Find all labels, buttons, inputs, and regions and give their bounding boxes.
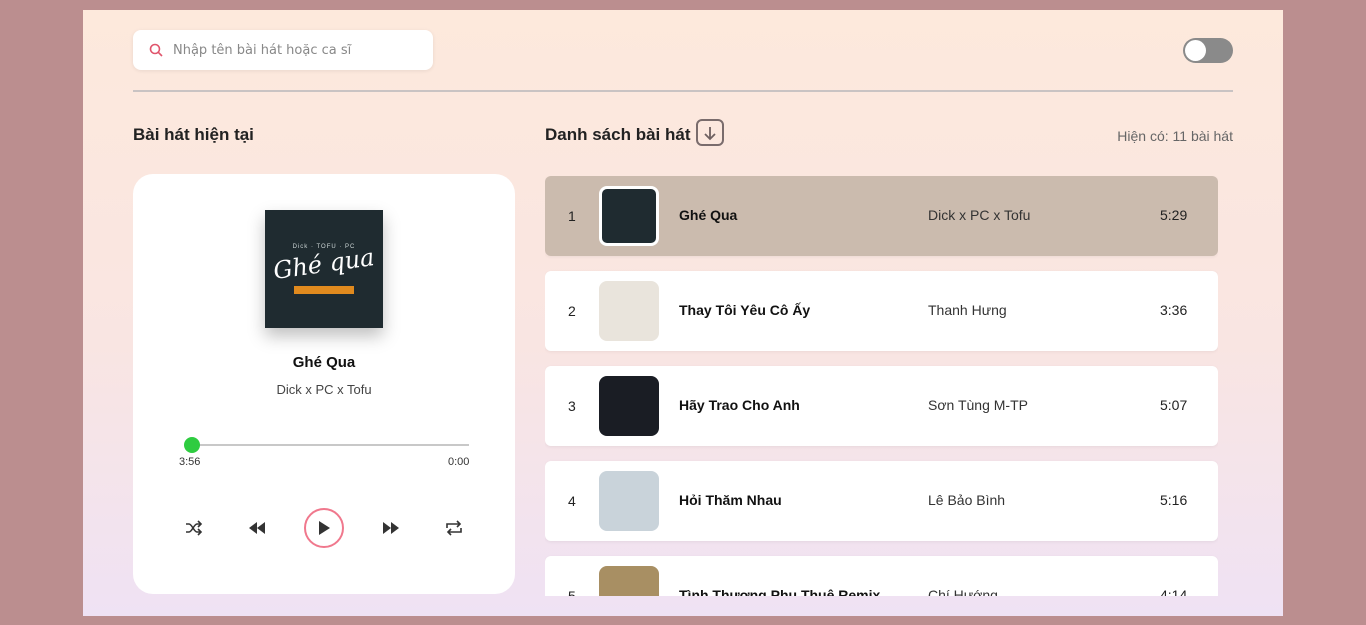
player-controls	[133, 508, 515, 548]
repeat-button[interactable]	[434, 508, 474, 548]
song-row[interactable]: 1 Ghé Qua Dick x PC x Tofu 5:29	[545, 176, 1218, 256]
playlist-heading: Danh sách bài hát	[545, 125, 691, 144]
song-duration: 5:29	[1160, 207, 1188, 223]
header-divider	[133, 90, 1233, 92]
song-artist: Thanh Hưng	[928, 302, 1007, 318]
repeat-icon	[446, 520, 462, 536]
song-title: Tình Thương Phu Thuê Remix	[679, 587, 881, 596]
search-input[interactable]	[173, 42, 413, 58]
arrow-down-icon	[704, 126, 716, 140]
music-player-app: Bài hát hiện tại Danh sách bài hát Hiện …	[83, 10, 1283, 616]
next-button[interactable]	[371, 508, 411, 548]
song-thumbnail	[599, 471, 659, 531]
song-artist: Lê Bảo Bình	[928, 492, 1006, 508]
song-index: 1	[568, 208, 576, 224]
cover-label-bar	[294, 286, 354, 294]
search-icon	[149, 43, 163, 57]
album-cover: Dick · TOFU · PC Ghé qua	[265, 210, 383, 328]
search-box[interactable]	[133, 30, 433, 70]
remaining-time: 0:00	[448, 456, 470, 468]
fast-forward-icon	[383, 522, 399, 534]
song-list: 1 Ghé Qua Dick x PC x Tofu 5:29 2 Thay Tôi Yê…	[545, 176, 1218, 596]
shuffle-button[interactable]	[174, 508, 214, 548]
song-artist: Sơn Tùng M-TP	[928, 397, 1028, 413]
song-duration: 5:07	[1160, 397, 1188, 413]
elapsed-time: 3:56	[179, 456, 201, 468]
shuffle-icon	[186, 520, 203, 536]
song-title: Ghé Qua	[679, 207, 738, 223]
song-title: Hãy Trao Cho Anh	[679, 397, 800, 413]
song-count: Hiện có: 11 bài hát	[1117, 128, 1233, 144]
song-index: 2	[568, 303, 576, 319]
now-playing-card: Dick · TOFU · PC Ghé qua Ghé Qua Dick x …	[133, 174, 515, 594]
song-row[interactable]: 3 Hãy Trao Cho Anh Sơn Tùng M-TP 5:07	[545, 366, 1218, 446]
song-row[interactable]: 2 Thay Tôi Yêu Cô Ấy Thanh Hưng 3:36	[545, 271, 1218, 351]
current-song-heading: Bài hát hiện tại	[133, 125, 254, 144]
download-button[interactable]	[696, 119, 724, 146]
previous-button[interactable]	[237, 508, 277, 548]
song-thumbnail	[599, 186, 659, 246]
song-duration: 5:16	[1160, 492, 1188, 508]
song-index: 3	[568, 398, 576, 414]
song-artist: Chí Hướng	[928, 587, 998, 596]
song-title: Hỏi Thăm Nhau	[679, 492, 782, 508]
song-thumbnail	[599, 566, 659, 596]
cover-script-title: Ghé qua	[271, 243, 377, 285]
rewind-icon	[249, 522, 265, 534]
song-index: 4	[568, 493, 576, 509]
play-button[interactable]	[304, 508, 344, 548]
toggle-knob	[1185, 40, 1206, 61]
song-title: Thay Tôi Yêu Cô Ấy	[679, 302, 811, 318]
song-artist: Dick x PC x Tofu	[928, 207, 1031, 223]
song-thumbnail	[599, 281, 659, 341]
theme-toggle[interactable]	[1183, 38, 1233, 63]
progress-bar[interactable]	[183, 437, 469, 453]
current-song-artist: Dick x PC x Tofu	[276, 382, 372, 397]
song-index: 5	[568, 588, 576, 596]
progress-thumb[interactable]	[183, 437, 200, 453]
play-icon	[319, 521, 330, 535]
song-duration: 4:14	[1160, 587, 1188, 596]
song-thumbnail	[599, 376, 659, 436]
song-row[interactable]: 5 Tình Thương Phu Thuê Remix Chí Hướng 4:14	[545, 556, 1218, 596]
song-row[interactable]: 4 Hỏi Thăm Nhau Lê Bảo Bình 5:16	[545, 461, 1218, 541]
song-duration: 3:36	[1160, 302, 1188, 318]
current-song-title: Ghé Qua	[292, 354, 356, 371]
